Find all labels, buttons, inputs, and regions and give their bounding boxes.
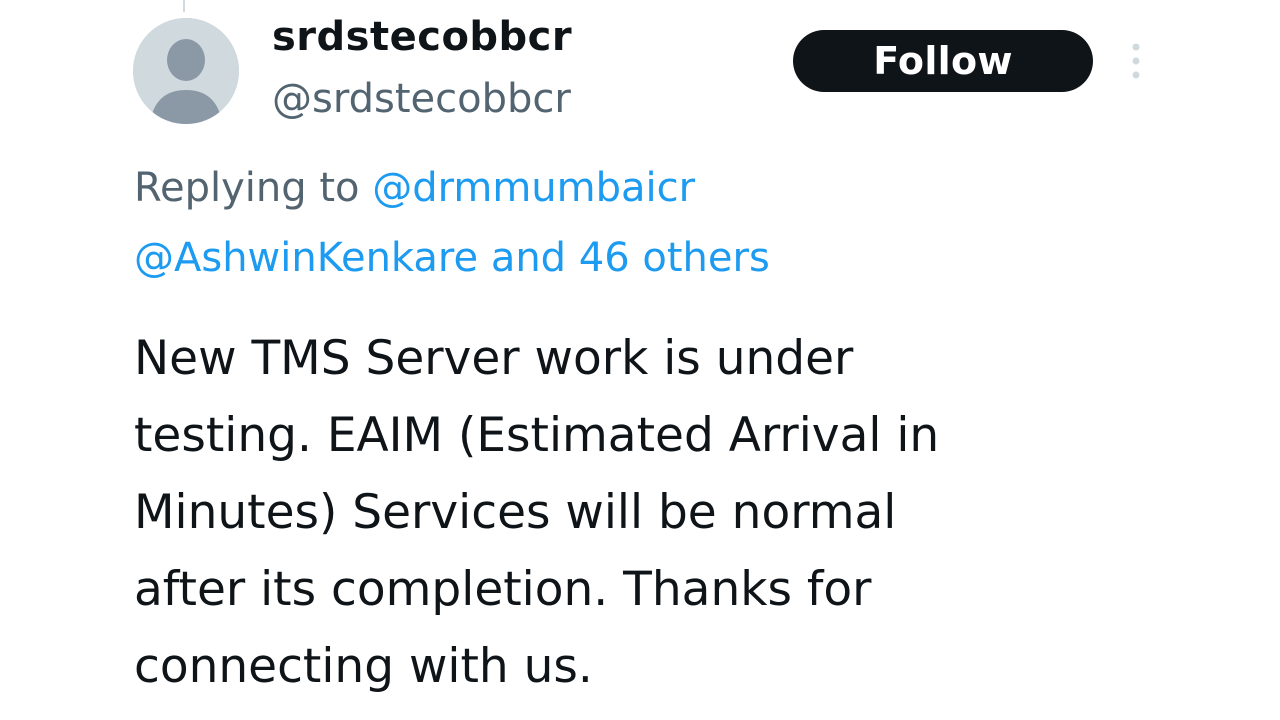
mention-link[interactable]: @AshwinKenkare (134, 235, 478, 281)
follow-button[interactable]: Follow (793, 30, 1093, 92)
tweet-card: srdstecobbcr @srdstecobbcr Follow Replyi… (0, 0, 1280, 720)
tweet-text: New TMS Server work is under testing. EA… (134, 320, 1134, 705)
default-avatar-icon[interactable] (133, 18, 239, 124)
replying-to-label: Replying to (134, 165, 360, 211)
others-link[interactable]: and 46 others (491, 235, 770, 281)
more-vertical-icon[interactable] (1126, 42, 1146, 80)
tweet-text-line: after its completion. Thanks for (134, 562, 872, 617)
author-handle[interactable]: @srdstecobbcr (272, 72, 571, 126)
mention-link[interactable]: @drmmumbaicr (372, 165, 695, 211)
replying-to-context-others: @AshwinKenkare and 46 others (134, 230, 934, 286)
thread-connector-line (183, 0, 185, 12)
tweet-text-line: connecting with us. (134, 639, 593, 694)
replying-to-context: Replying to @drmmumbaicr (134, 160, 934, 216)
tweet-text-line: New TMS Server work is under (134, 331, 854, 386)
author-display-name[interactable]: srdstecobbcr (272, 10, 572, 64)
tweet-text-line: Minutes) Services will be normal (134, 485, 897, 540)
tweet-text-line: testing. EAIM (Estimated Arrival in (134, 408, 940, 463)
